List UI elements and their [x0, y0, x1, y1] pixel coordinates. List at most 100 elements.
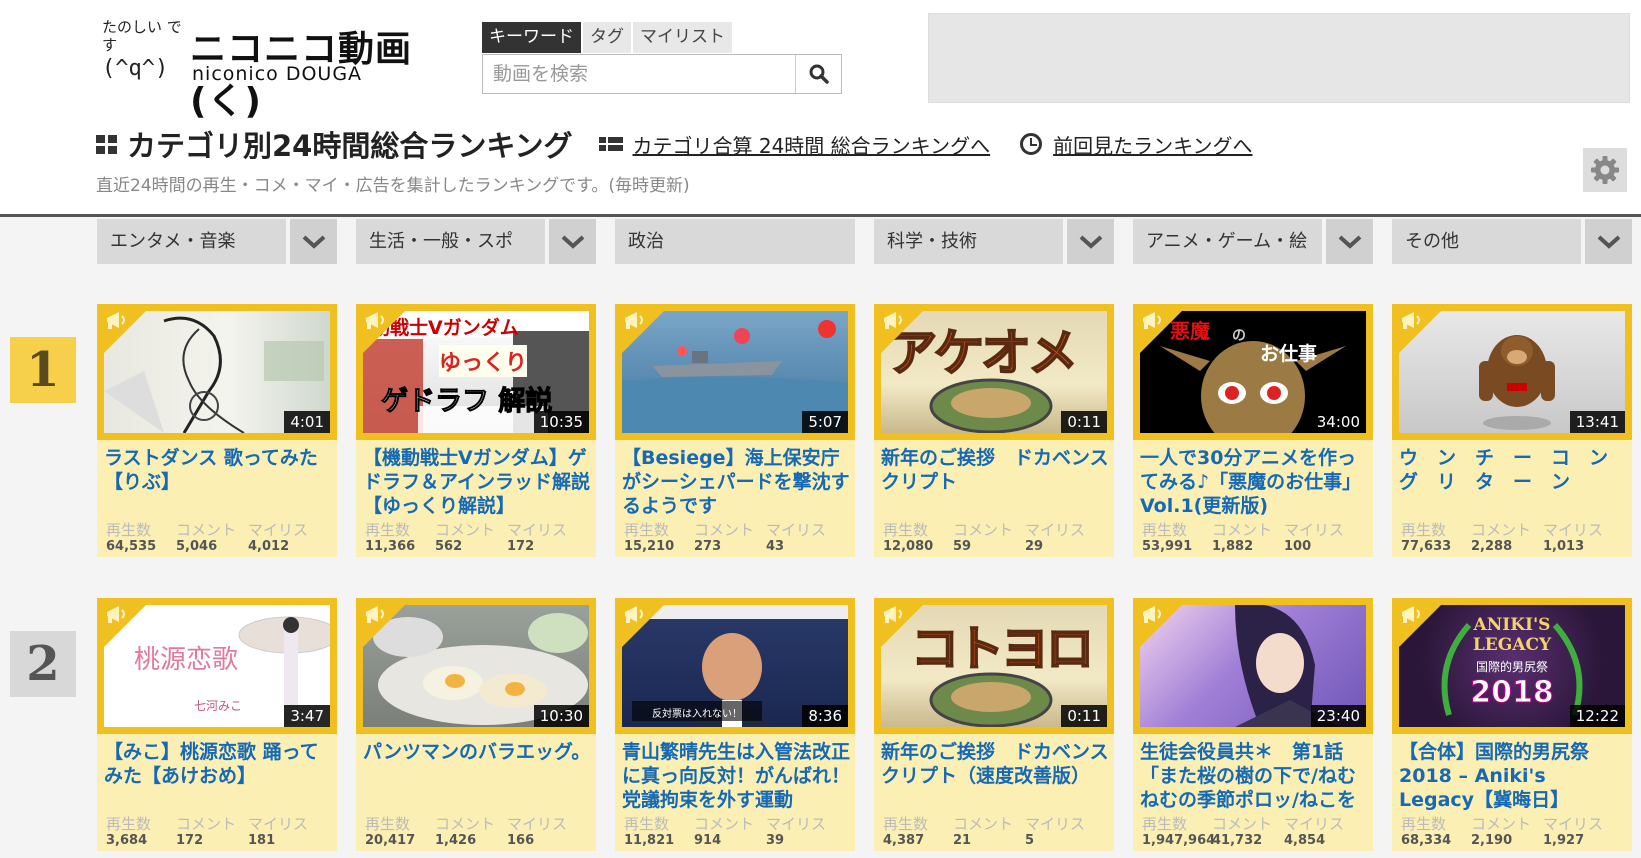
stat-comments: コメント 41,732: [1212, 816, 1274, 849]
chevron-down-icon: [561, 235, 584, 249]
grid-icon: [96, 134, 117, 154]
stat-mylists: マイリス 43: [766, 522, 826, 555]
search-tab-tag[interactable]: タグ: [583, 22, 631, 53]
video-card-r2-c3[interactable]: 反対票は入れない！ 8:36 青山繁晴先生は入管法改正に真っ向反対！がんばれ！党…: [615, 598, 855, 851]
stat-label: コメント: [176, 521, 237, 539]
video-duration: 4:01: [284, 411, 330, 433]
video-title[interactable]: ウ ン チ ー コ ン グ リ タ ー ン: [1399, 446, 1627, 518]
video-title[interactable]: ラストダンス 歌ってみた【りぶ】: [104, 446, 332, 518]
video-title[interactable]: 生徒会役員共＊ 第1話「また桜の樹の下で/ねむねむの季節ポロッ/ねこを: [1140, 740, 1368, 812]
video-card-r1-c4[interactable]: アケオメ 0:11 新年のご挨拶 ドカベンスクリプト 再生数 12,080 コメン…: [874, 304, 1114, 557]
stat-mylists: マイリス 100: [1284, 522, 1344, 555]
video-thumbnail[interactable]: 桃源恋歌 七河みこ 3:47: [97, 598, 337, 734]
video-title[interactable]: 青山繁晴先生は入管法改正に真っ向反対！がんばれ！党議拘束を外す運動: [622, 740, 850, 812]
video-thumbnail[interactable]: アケオメ 0:11: [874, 304, 1114, 440]
video-title[interactable]: 【合体】国際的男尻祭2018 – Aniki's Legacy【冀晦日】: [1399, 740, 1627, 812]
video-thumbnail[interactable]: 10:30: [356, 598, 596, 734]
stat-label: コメント: [953, 815, 1014, 833]
video-card-r1-c5[interactable]: 悪魔のお仕事 34:00 一人で30分アニメを作ってみる♪「悪魔のお仕事」Vol…: [1133, 304, 1373, 557]
stat-mylists-value: 166: [507, 833, 535, 848]
search-input[interactable]: [483, 55, 795, 93]
video-card-r2-c2[interactable]: 10:30 パンツマンのバラエッグ。 再生数 20,417 コメント 1,426 マ…: [356, 598, 596, 851]
video-thumbnail[interactable]: コトヨロ 0:11: [874, 598, 1114, 734]
settings-button[interactable]: [1583, 148, 1627, 192]
video-card-r1-c2[interactable]: 動戦士Vガンダム ゆっくり ゲドラフ 解説 10:35 【機動戦士Vガンダム】ゲドラ…: [356, 304, 596, 557]
stat-label: コメント: [435, 521, 496, 539]
megaphone-icon: [884, 312, 902, 329]
category-select-life[interactable]: 生活・一般・スポ: [356, 219, 596, 264]
category-dropdown-button[interactable]: [1067, 219, 1114, 264]
video-title[interactable]: 新年のご挨拶 ドカベンスクリプト（速度改善版）: [881, 740, 1109, 812]
video-card-r1-c1[interactable]: 4:01 ラストダンス 歌ってみた【りぶ】 再生数 64,535 コメント 5,04…: [97, 304, 337, 557]
video-thumbnail[interactable]: ANIKI'S LEGACY 国際的男尻祭 2018 12:22: [1392, 598, 1632, 734]
video-title[interactable]: パンツマンのバラエッグ。: [363, 740, 591, 812]
category-label: その他: [1392, 219, 1581, 264]
video-thumbnail[interactable]: 悪魔のお仕事 34:00: [1133, 304, 1373, 440]
video-duration: 3:47: [284, 705, 330, 727]
video-card-r2-c1[interactable]: 桃源恋歌 七河みこ 3:47 【みこ】桃源恋歌 踊ってみた【あけおめ】 再生数 3,…: [97, 598, 337, 851]
category-label: 政治: [615, 219, 855, 264]
category-dropdown-button[interactable]: [1585, 219, 1632, 264]
ad-banner[interactable]: [928, 13, 1630, 103]
stat-views-value: 11,821: [624, 833, 675, 848]
search-button[interactable]: [795, 55, 841, 93]
total-ranking-link[interactable]: カテゴリ合算 24時間 総合ランキングへ: [598, 130, 990, 159]
stat-views-value: 68,334: [1401, 833, 1452, 848]
video-card-r2-c5[interactable]: 23:40 生徒会役員共＊ 第1話「また桜の樹の下で/ねむねむの季節ポロッ/ねこ…: [1133, 598, 1373, 851]
video-thumbnail[interactable]: 5:07: [615, 304, 855, 440]
stat-comments: コメント 1,882: [1212, 522, 1274, 555]
search-icon: [809, 64, 829, 84]
video-thumbnail[interactable]: 反対票は入れない！ 8:36: [615, 598, 855, 734]
category-select-anime[interactable]: アニメ・ゲーム・絵: [1133, 219, 1373, 264]
video-card-r2-c4[interactable]: コトヨロ 0:11 新年のご挨拶 ドカベンスクリプト（速度改善版） 再生数 4,3…: [874, 598, 1114, 851]
video-title[interactable]: 【Besiege】海上保安庁がシーシェパードを撃沈するようです: [622, 446, 850, 518]
stat-label: 再生数: [624, 521, 670, 539]
header: たのしい です (^q^) ニコニコ動画(く) niconico DOUGA キ…: [0, 0, 1641, 217]
category-select-entertainment[interactable]: エンタメ・音楽: [97, 219, 337, 264]
stat-label: コメント: [435, 815, 496, 833]
category-select-science[interactable]: 科学・技術: [874, 219, 1114, 264]
stat-comments-value: 273: [694, 539, 722, 554]
megaphone-icon: [107, 606, 125, 623]
chevron-down-icon: [302, 235, 325, 249]
video-thumbnail[interactable]: 23:40: [1133, 598, 1373, 734]
stat-mylists-value: 43: [766, 539, 785, 554]
megaphone-icon: [625, 312, 643, 329]
category-dropdown-button[interactable]: [290, 219, 337, 264]
stat-label: マイリス: [1025, 521, 1086, 539]
stat-comments: コメント 273: [694, 522, 756, 555]
stat-label: 再生数: [1401, 815, 1447, 833]
video-stats: 再生数 64,535 コメント 5,046 マイリス 4,012: [106, 522, 318, 555]
video-stats: 再生数 3,684 コメント 172 マイリス 181: [106, 816, 318, 849]
niconico-logo[interactable]: たのしい です (^q^) ニコニコ動画(く) niconico DOUGA: [102, 16, 462, 122]
video-duration: 10:35: [533, 411, 589, 433]
search-tab-keyword[interactable]: キーワード: [482, 22, 581, 53]
video-thumbnail[interactable]: 4:01: [97, 304, 337, 440]
video-stats: 再生数 11,821 コメント 914 マイリス 39: [624, 816, 836, 849]
previous-ranking-link[interactable]: 前回見たランキングへ: [1020, 130, 1252, 159]
category-dropdown-button[interactable]: [1326, 219, 1373, 264]
stat-mylists: マイリス 172: [507, 522, 567, 555]
video-title[interactable]: 【機動戦士Vガンダム】ゲドラフ＆アインラッド解説【ゆっくり解説】: [363, 446, 591, 518]
video-card-r2-c6[interactable]: ANIKI'S LEGACY 国際的男尻祭 2018 12:22 【合体】国際的男尻祭…: [1392, 598, 1632, 851]
video-title[interactable]: 【みこ】桃源恋歌 踊ってみた【あけおめ】: [104, 740, 332, 812]
category-dropdown-button[interactable]: [549, 219, 596, 264]
stat-views-value: 64,535: [106, 539, 157, 554]
video-card-r1-c3[interactable]: 5:07 【Besiege】海上保安庁がシーシェパードを撃沈するようです 再生数…: [615, 304, 855, 557]
video-thumbnail[interactable]: 13:41: [1392, 304, 1632, 440]
category-select-other[interactable]: その他: [1392, 219, 1632, 264]
stat-label: 再生数: [1401, 521, 1447, 539]
video-title[interactable]: 新年のご挨拶 ドカベンスクリプト: [881, 446, 1109, 518]
video-stats: 再生数 15,210 コメント 273 マイリス 43: [624, 522, 836, 555]
video-title[interactable]: 一人で30分アニメを作ってみる♪「悪魔のお仕事」Vol.1(更新版): [1140, 446, 1368, 518]
category-select-politics[interactable]: 政治: [615, 219, 855, 264]
video-thumbnail[interactable]: 動戦士Vガンダム ゆっくり ゲドラフ 解説 10:35: [356, 304, 596, 440]
search-tab-mylist[interactable]: マイリスト: [633, 22, 732, 53]
megaphone-icon: [1143, 606, 1161, 623]
list-icon: [598, 137, 623, 151]
stat-comments: コメント 1,426: [435, 816, 497, 849]
megaphone-icon: [366, 312, 384, 329]
video-stats: 再生数 68,334 コメント 2,190 マイリス 1,927: [1401, 816, 1613, 849]
stat-label: 再生数: [106, 521, 152, 539]
video-card-r1-c6[interactable]: 13:41 ウ ン チ ー コ ン グ リ タ ー ン 再生数 77,633 コメ…: [1392, 304, 1632, 557]
